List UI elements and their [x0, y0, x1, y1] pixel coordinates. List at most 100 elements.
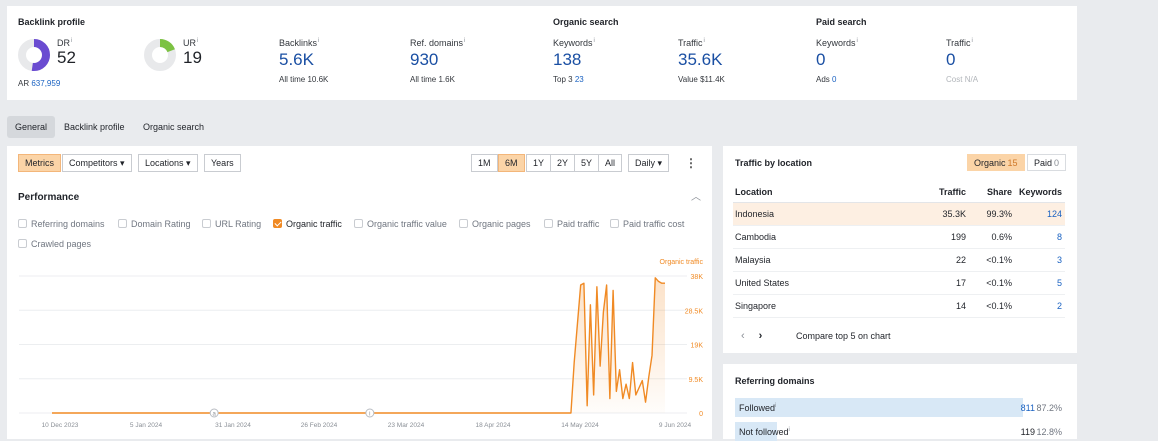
annotation-marker[interactable]: a — [209, 408, 219, 418]
organic-traffic-metric[interactable]: Traffici 35.6K Value $11.4K — [678, 38, 725, 84]
toggle-count: 15 — [1007, 158, 1018, 168]
toggle-organic[interactable]: Organic 15 — [967, 154, 1025, 171]
paid-keywords-value[interactable]: 0 — [816, 50, 858, 70]
competitors-dropdown[interactable]: Competitors ▾ — [62, 154, 132, 172]
table-row[interactable]: Cambodia 199 0.6% 8 — [733, 225, 1065, 249]
range-6m[interactable]: 6M — [498, 154, 525, 172]
paid-keywords-metric[interactable]: Keywordsi 0 Ads 0 — [816, 38, 858, 84]
checkbox-label: Crawled pages — [31, 239, 92, 249]
compare-top5-link[interactable]: Compare top 5 on chart — [796, 331, 891, 341]
dr-metric[interactable]: DRi 52 — [57, 38, 76, 68]
organic-keywords-metric[interactable]: Keywordsi 138 Top 3 23 — [553, 38, 595, 84]
location-keywords[interactable]: 8 — [1015, 225, 1065, 249]
checkbox-icon — [544, 219, 553, 228]
location-keywords[interactable]: 124 — [1015, 202, 1065, 226]
checkbox-crawled-pages[interactable]: Crawled pages — [18, 239, 91, 249]
locations-dropdown[interactable]: Locations ▾ — [138, 154, 198, 172]
info-icon[interactable]: i — [972, 38, 973, 44]
prev-page-icon[interactable]: ‹ — [741, 330, 745, 342]
years-button[interactable]: Years — [204, 154, 241, 172]
tab-backlink-profile[interactable]: Backlink profile — [56, 116, 133, 138]
range-all[interactable]: All — [598, 154, 623, 172]
checkbox-url-rating[interactable]: URL Rating — [202, 219, 261, 229]
range-1y[interactable]: 1Y — [526, 154, 552, 172]
col-share[interactable]: Share — [969, 182, 1015, 203]
followed-row[interactable]: Followedi 811 87.2% — [735, 398, 1065, 417]
top3-value[interactable]: 23 — [575, 75, 584, 84]
checkbox-label: Paid traffic cost — [623, 219, 685, 229]
range-2y[interactable]: 2Y — [550, 154, 576, 172]
info-icon[interactable]: i — [775, 403, 776, 409]
checkbox-referring-domains[interactable]: Referring domains — [18, 219, 105, 229]
not-followed-row[interactable]: Not followedi 119 12.8% — [735, 422, 1065, 441]
backlinks-value[interactable]: 5.6K — [279, 50, 328, 70]
info-icon[interactable]: i — [197, 38, 198, 44]
tab-organic-search[interactable]: Organic search — [135, 116, 212, 138]
location-keywords[interactable]: 5 — [1015, 271, 1065, 295]
followed-bar — [735, 398, 1023, 417]
col-location[interactable]: Location — [733, 182, 909, 203]
info-icon[interactable]: i — [318, 38, 319, 44]
checkbox-label: Organic pages — [472, 219, 531, 229]
not-followed-pct: 12.8% — [1036, 427, 1062, 437]
interval-dropdown[interactable]: Daily ▾ — [628, 154, 670, 172]
info-icon[interactable]: i — [464, 38, 465, 44]
col-traffic[interactable]: Traffic — [909, 182, 969, 203]
location-name: Cambodia — [733, 225, 909, 249]
next-page-icon[interactable]: › — [759, 330, 763, 342]
checkbox-domain-rating[interactable]: Domain Rating — [118, 219, 191, 229]
annotation-marker[interactable]: i — [365, 408, 375, 418]
toggle-count: 0 — [1054, 158, 1060, 168]
info-icon[interactable]: i — [594, 38, 595, 44]
x-tick-label: 26 Feb 2024 — [301, 422, 338, 429]
info-icon[interactable]: i — [704, 38, 705, 44]
organic-traffic-chart[interactable]: a i 38K 28.5K 19K 9.5K 0 10 Dec 2023 5 Jan 202… — [7, 256, 712, 439]
paid-traffic-metric[interactable]: Traffici 0 Cost N/A — [946, 38, 978, 84]
checkbox-paid-traffic[interactable]: Paid traffic — [544, 219, 599, 229]
table-row[interactable]: United States 17 <0.1% 5 — [733, 271, 1065, 295]
info-icon[interactable]: i — [857, 38, 858, 44]
y-tick-label: 0 — [699, 411, 703, 418]
range-5y[interactable]: 5Y — [574, 154, 600, 172]
table-row[interactable]: Malaysia 22 <0.1% 3 — [733, 248, 1065, 272]
checkbox-organic-traffic[interactable]: Organic traffic — [273, 219, 342, 229]
followed-value[interactable]: 811 — [1021, 403, 1035, 413]
ads-value[interactable]: 0 — [832, 75, 836, 84]
checkbox-label: Organic traffic value — [367, 219, 447, 229]
ur-metric[interactable]: URi 19 — [183, 38, 202, 68]
metrics-button[interactable]: Metrics — [18, 154, 61, 172]
table-row[interactable]: Indonesia 35.3K 99.3% 124 — [733, 202, 1065, 226]
checkbox-paid-traffic-cost[interactable]: Paid traffic cost — [610, 219, 684, 229]
toggle-paid[interactable]: Paid 0 — [1027, 154, 1067, 171]
collapse-icon[interactable]: ︿ — [691, 188, 701, 203]
checkbox-icon — [18, 239, 27, 248]
organic-traffic-label: Traffic — [678, 38, 703, 48]
info-icon[interactable]: i — [789, 427, 790, 433]
location-share: <0.1% — [969, 271, 1015, 295]
range-1m[interactable]: 1M — [471, 154, 498, 172]
dr-donut — [18, 39, 50, 71]
paid-traffic-value[interactable]: 0 — [946, 50, 978, 70]
checkbox-organic-traffic-value[interactable]: Organic traffic value — [354, 219, 447, 229]
y-tick-label: 28.5K — [685, 308, 704, 315]
backlink-profile-title: Backlink profile — [18, 17, 86, 27]
col-keywords[interactable]: Keywords — [1015, 182, 1065, 203]
more-options-icon[interactable]: ⋮ — [685, 156, 697, 170]
location-keywords[interactable]: 3 — [1015, 248, 1065, 272]
location-keywords[interactable]: 2 — [1015, 294, 1065, 318]
checkbox-organic-pages[interactable]: Organic pages — [459, 219, 531, 229]
location-share: <0.1% — [969, 248, 1015, 272]
performance-title: Performance — [18, 192, 80, 203]
backlinks-metric[interactable]: Backlinksi 5.6K All time 10.6K — [279, 38, 328, 84]
info-icon[interactable]: i — [71, 38, 72, 44]
table-row[interactable]: Singapore 14 <0.1% 2 — [733, 294, 1065, 318]
location-share: <0.1% — [969, 294, 1015, 318]
organic-keywords-label: Keywords — [553, 38, 593, 48]
not-followed-value[interactable]: 119 — [1021, 427, 1035, 437]
ref-domains-value[interactable]: 930 — [410, 50, 465, 70]
organic-traffic-value[interactable]: 35.6K — [678, 50, 725, 70]
tab-general[interactable]: General — [7, 116, 56, 138]
organic-keywords-value[interactable]: 138 — [553, 50, 595, 70]
ar-value[interactable]: 637,959 — [31, 79, 60, 88]
ref-domains-metric[interactable]: Ref. domainsi 930 All time 1.6K — [410, 38, 465, 84]
